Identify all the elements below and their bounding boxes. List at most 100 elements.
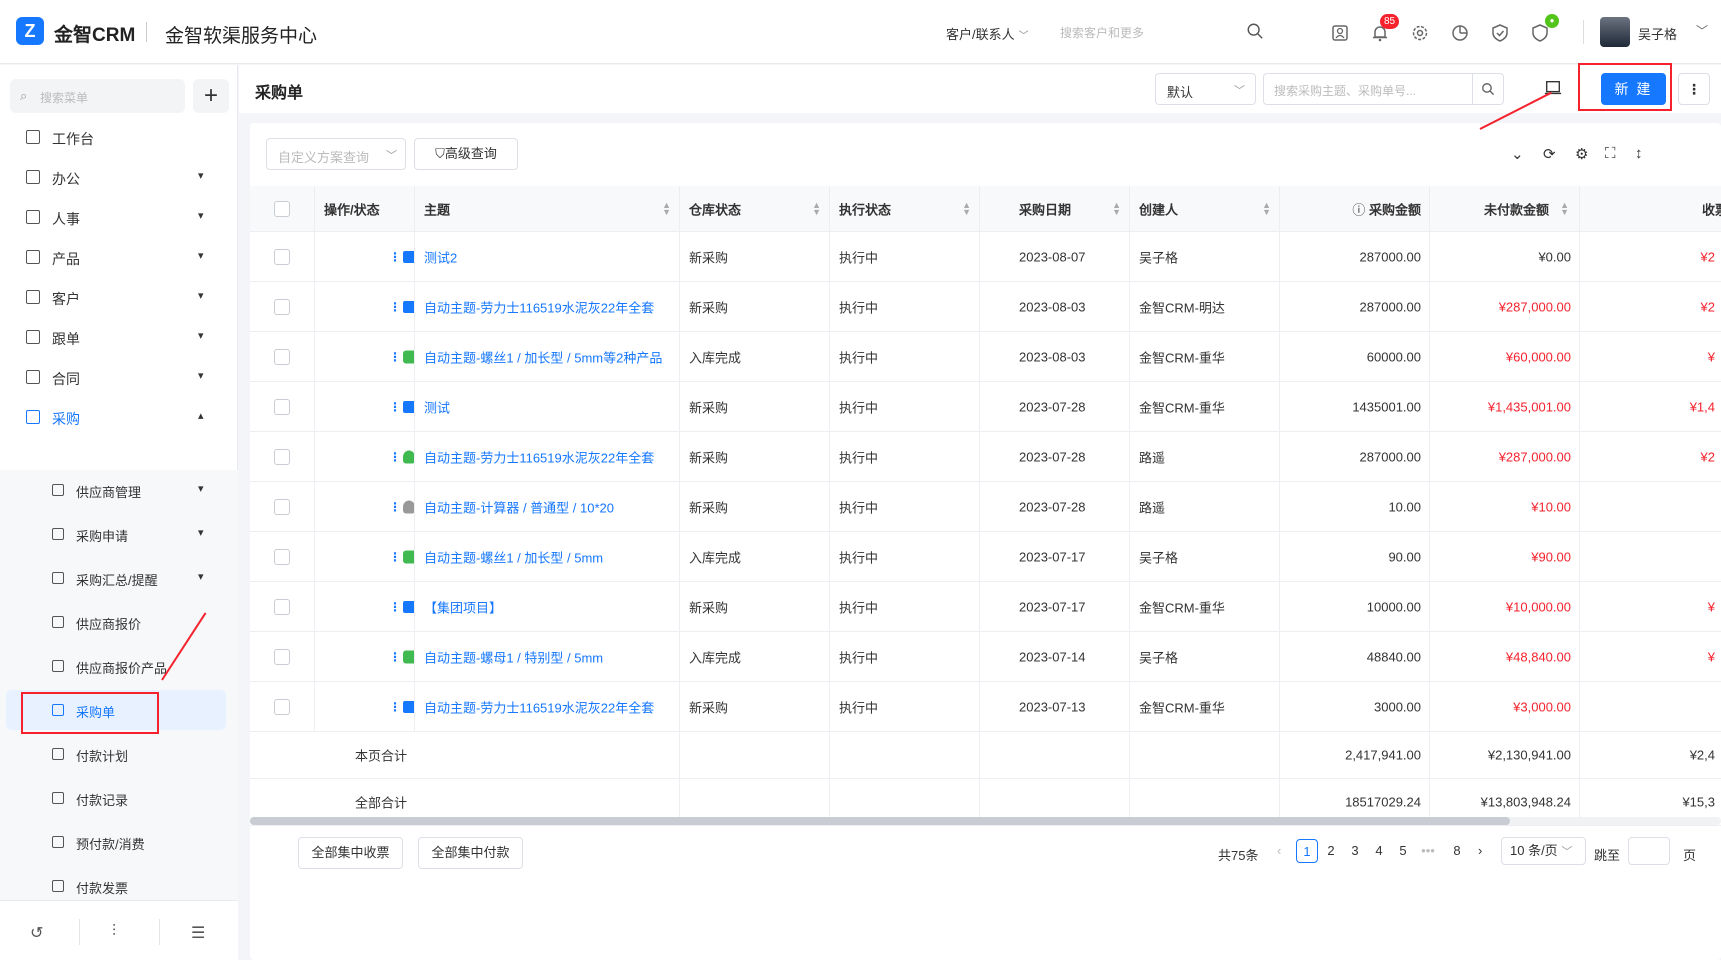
warehouse-done-icon[interactable] xyxy=(403,550,414,563)
page-button[interactable]: 1 xyxy=(1296,839,1318,863)
row-checkbox[interactable] xyxy=(274,448,290,465)
table-row[interactable]: ⋮ 自动主题-劳力士116519水泥灰22年全套 新采购 执行中 2023-07-28 路… xyxy=(250,432,1721,482)
sidebar-item-purchase-request[interactable]: 采购申请 ▾ xyxy=(0,514,238,554)
column-header[interactable]: 创建人 ▲ ▼ xyxy=(1130,186,1280,231)
user-icon[interactable] xyxy=(403,450,414,463)
table-cell[interactable]: 测试 xyxy=(415,382,680,431)
next-page-icon[interactable]: › xyxy=(1478,843,1482,858)
page-button[interactable]: 3 xyxy=(1344,839,1366,863)
table-row[interactable]: ⋮ 测试2 新采购 执行中 2023-08-07 吴子格 287000.00 ¥0.00 ¥2 xyxy=(250,232,1721,282)
collapse-menu-icon[interactable]: ☰ xyxy=(191,923,205,943)
table-cell[interactable]: 自动主题-螺丝1 / 加长型 / 5mm等2种产品 xyxy=(415,332,680,381)
search-type-select[interactable]: 客户/联系人 ﹀ xyxy=(946,24,1029,43)
column-header[interactable]: 未付款金额 ▲ ▼ xyxy=(1430,186,1580,231)
table-row[interactable]: ⋮ 自动主题-螺丝1 / 加长型 / 5mm 入库完成 执行中 2023-07-17 吴子… xyxy=(250,532,1721,582)
row-actions-icon[interactable]: ⋮ xyxy=(389,550,401,564)
row-checkbox[interactable] xyxy=(274,398,290,415)
row-actions-icon[interactable]: ⋮ xyxy=(389,650,401,664)
table-row[interactable]: ⋮ 自动主题-劳力士116519水泥灰22年全套 新采购 执行中 2023-08-03 金… xyxy=(250,282,1721,332)
sidebar-item-purchase-summary[interactable]: 采购汇总/提醒 ▾ xyxy=(0,558,238,598)
warehouse-done-icon[interactable] xyxy=(403,650,414,663)
fullscreen-icon[interactable]: ⛶ xyxy=(1605,145,1616,162)
chevron-down-icon[interactable]: ﹀ xyxy=(1696,22,1708,39)
row-actions-icon[interactable]: ⋮ xyxy=(389,500,401,514)
page-button[interactable]: 5 xyxy=(1392,839,1414,863)
table-cell[interactable]: 自动主题-螺母1 / 特别型 / 5mm xyxy=(415,632,680,681)
table-cell[interactable]: 自动主题-计算器 / 普通型 / 10*20 xyxy=(415,482,680,531)
select-all-checkbox[interactable] xyxy=(274,200,290,217)
sidebar-item-payment-plan[interactable]: 付款计划 xyxy=(0,734,238,774)
table-cell[interactable]: 自动主题-螺丝1 / 加长型 / 5mm xyxy=(415,532,680,581)
row-checkbox[interactable] xyxy=(274,248,290,265)
row-actions-icon[interactable]: ⋮ xyxy=(389,350,401,364)
shield-icon[interactable] xyxy=(1490,23,1510,43)
table-cell[interactable]: 自动主题-劳力士116519水泥灰22年全套 xyxy=(415,282,680,331)
column-header[interactable]: 执行状态 ▲ ▼ xyxy=(830,186,980,231)
scrollbar-thumb[interactable] xyxy=(250,817,1510,825)
row-checkbox[interactable] xyxy=(274,498,290,515)
settings-icon[interactable]: ⚙ xyxy=(1575,145,1588,163)
table-row[interactable]: ⋮ 自动主题-螺丝1 / 加长型 / 5mm等2种产品 入库完成 执行中 2023-08… xyxy=(250,332,1721,382)
column-header[interactable]: 仓库状态 ▲ ▼ xyxy=(680,186,830,231)
sidebar-item-payment-record[interactable]: 付款记录 xyxy=(0,778,238,818)
table-row[interactable]: ⋮ 测试 新采购 执行中 2023-07-28 金智CRM-重华 1435001.00 ¥1,… xyxy=(250,382,1721,432)
search-icon[interactable] xyxy=(1246,22,1264,40)
horizontal-scrollbar[interactable] xyxy=(250,817,1721,825)
page-ellipsis[interactable]: ••• xyxy=(1417,839,1439,863)
page-button[interactable]: 2 xyxy=(1320,839,1342,863)
jump-page-input[interactable] xyxy=(1628,837,1670,865)
sidebar-item-prepayment[interactable]: 预付款/消费 xyxy=(0,822,238,862)
table-row[interactable]: ⋮ 自动主题-计算器 / 普通型 / 10*20 新采购 执行中 2023-07-28 路… xyxy=(250,482,1721,532)
advanced-query-button[interactable]: ⛉高级查询 xyxy=(414,138,518,170)
row-actions-icon[interactable]: ⋮ xyxy=(389,600,401,614)
page-button[interactable]: 4 xyxy=(1368,839,1390,863)
sort-icon[interactable]: ▲ ▼ xyxy=(1112,200,1121,216)
row-actions-icon[interactable]: ⋮ xyxy=(389,400,401,414)
row-checkbox[interactable] xyxy=(274,298,290,315)
sidebar-item-supplier-mgmt[interactable]: 供应商管理 ▾ xyxy=(0,470,238,510)
basket-icon[interactable] xyxy=(403,400,414,413)
collapse-icon[interactable]: ⌄ xyxy=(1511,145,1524,163)
row-checkbox[interactable] xyxy=(274,648,290,665)
row-checkbox[interactable] xyxy=(274,698,290,715)
sidebar-item-supplier-quote[interactable]: 供应商报价 xyxy=(0,602,238,642)
contacts-icon[interactable] xyxy=(1330,23,1350,43)
table-cell[interactable]: 【集团项目】 xyxy=(415,582,680,631)
row-checkbox[interactable] xyxy=(274,598,290,615)
sidebar-item-product[interactable]: 产品 ▾ xyxy=(0,237,238,277)
row-actions-icon[interactable]: ⋮ xyxy=(389,300,401,314)
table-cell[interactable]: 自动主题-劳力士116519水泥灰22年全套 xyxy=(415,682,680,731)
table-cell[interactable]: 测试2 xyxy=(415,232,680,281)
global-search-input[interactable]: 搜索客户和更多 xyxy=(1060,24,1260,41)
more-options-button[interactable]: ⋮ xyxy=(1678,73,1710,105)
sidebar-item-hr[interactable]: 人事 ▾ xyxy=(0,197,238,237)
search-button[interactable] xyxy=(1472,73,1504,105)
sidebar-item-contract[interactable]: 合同 ▾ xyxy=(0,357,238,397)
sidebar-item-purchase[interactable]: 采购 ▴ xyxy=(0,397,238,437)
row-checkbox[interactable] xyxy=(274,548,290,565)
table-row[interactable]: ⋮ 自动主题-劳力士116519水泥灰22年全套 新采购 执行中 2023-07-13 金… xyxy=(250,682,1721,732)
table-row[interactable]: ⋮ 自动主题-螺母1 / 特别型 / 5mm 入库完成 执行中 2023-07-14 吴子… xyxy=(250,632,1721,682)
view-select[interactable]: 默认 ﹀ xyxy=(1155,73,1256,105)
refresh-icon[interactable]: ⟳ xyxy=(1543,145,1556,163)
row-actions-icon[interactable]: ⋮ xyxy=(389,450,401,464)
basket-icon[interactable] xyxy=(403,700,414,713)
history-icon[interactable]: ↺ xyxy=(30,923,43,943)
custom-query-select[interactable]: 自定义方案查询 ﹀ xyxy=(266,138,406,170)
column-header[interactable]: 采购日期 ▲ ▼ xyxy=(980,186,1130,231)
sidebar-item-customer[interactable]: 客户 ▾ xyxy=(0,277,238,317)
table-cell[interactable]: 自动主题-劳力士116519水泥灰22年全套 xyxy=(415,432,680,481)
gear-icon[interactable] xyxy=(1410,23,1430,43)
user-icon[interactable] xyxy=(403,500,414,513)
sidebar-item-office[interactable]: 办公 ▾ xyxy=(0,157,238,197)
sort-icon[interactable]: ▲ ▼ xyxy=(962,200,971,216)
column-header[interactable]: 主题 ▲ ▼ xyxy=(415,186,680,231)
row-actions-icon[interactable]: ⋮ xyxy=(389,250,401,264)
menu-search-input[interactable]: ⌕ 搜索菜单 xyxy=(10,79,185,113)
basket-icon[interactable] xyxy=(403,300,414,313)
user-name[interactable]: 吴子格 xyxy=(1638,24,1677,43)
warehouse-done-icon[interactable] xyxy=(403,350,414,363)
row-actions-icon[interactable]: ⋮ xyxy=(389,700,401,714)
basket-icon[interactable] xyxy=(403,600,414,613)
sidebar-item-supplier-quote-product[interactable]: 供应商报价产品 xyxy=(0,646,238,686)
